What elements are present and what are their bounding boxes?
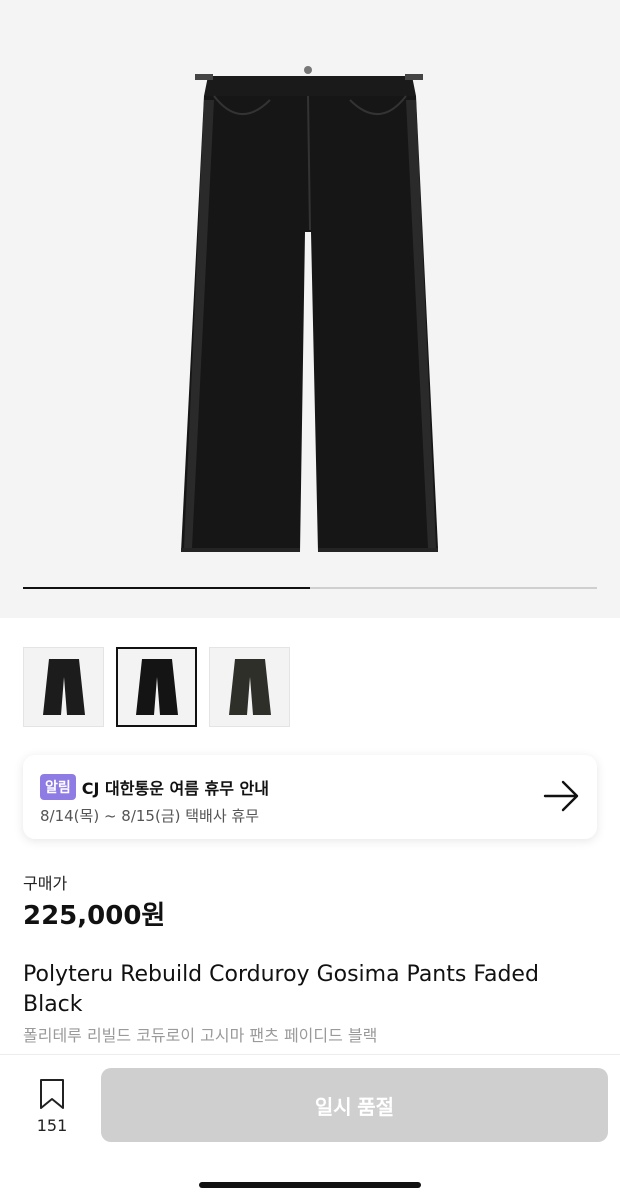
thumbnail-pants-image (135, 659, 178, 715)
thumbnail-strip (23, 647, 290, 727)
sold-out-button[interactable]: 일시 품절 (101, 1068, 608, 1142)
product-title: Polyteru Rebuild Corduroy Gosima Pants F… (23, 962, 539, 1017)
gallery-progress-fill (23, 587, 310, 589)
product-image-gallery[interactable] (0, 0, 620, 618)
home-indicator (199, 1182, 421, 1188)
thumbnail-3[interactable] (209, 647, 290, 727)
bookmark-count: 151 (36, 1116, 68, 1135)
bookmark-icon (40, 1079, 64, 1109)
thumbnail-pants-image (228, 659, 271, 715)
notice-title: CJ 대한통운 여름 휴무 안내 (81, 779, 269, 798)
notice-banner[interactable]: 알림 CJ 대한통운 여름 휴무 안내 8/14(목) ~ 8/15(금) 택배… (23, 755, 597, 839)
arrow-right-icon[interactable] (543, 779, 581, 813)
notice-badge: 알림 (40, 774, 76, 800)
product-image-pants (181, 66, 438, 552)
notice-subtitle: 8/14(목) ~ 8/15(금) 택배사 휴무 (40, 807, 260, 825)
thumbnail-pants-image (42, 659, 85, 715)
gallery-progress-track (23, 587, 597, 589)
thumbnail-1[interactable] (23, 647, 104, 727)
price-value: 225,000원 (23, 901, 166, 931)
product-subtitle: 폴리테루 리빌드 코듀로이 고시마 팬츠 페이디드 블랙 (23, 1026, 378, 1045)
bookmark-button[interactable]: 151 (32, 1078, 72, 1135)
thumbnail-2[interactable] (116, 647, 197, 727)
price-label: 구매가 (23, 874, 68, 893)
